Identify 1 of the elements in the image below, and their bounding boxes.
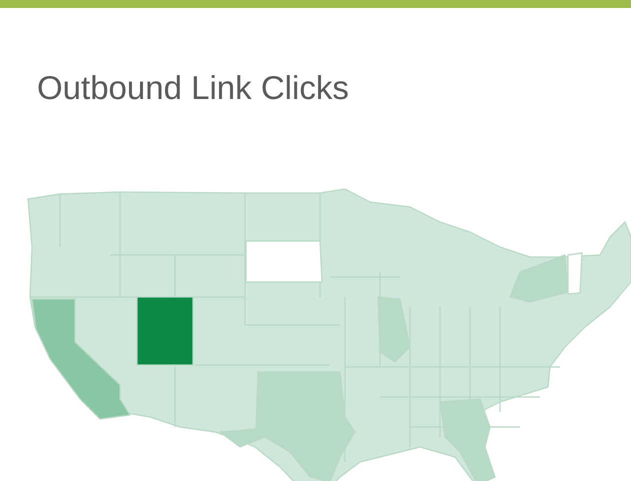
card-title: Outbound Link Clicks [37, 68, 350, 108]
